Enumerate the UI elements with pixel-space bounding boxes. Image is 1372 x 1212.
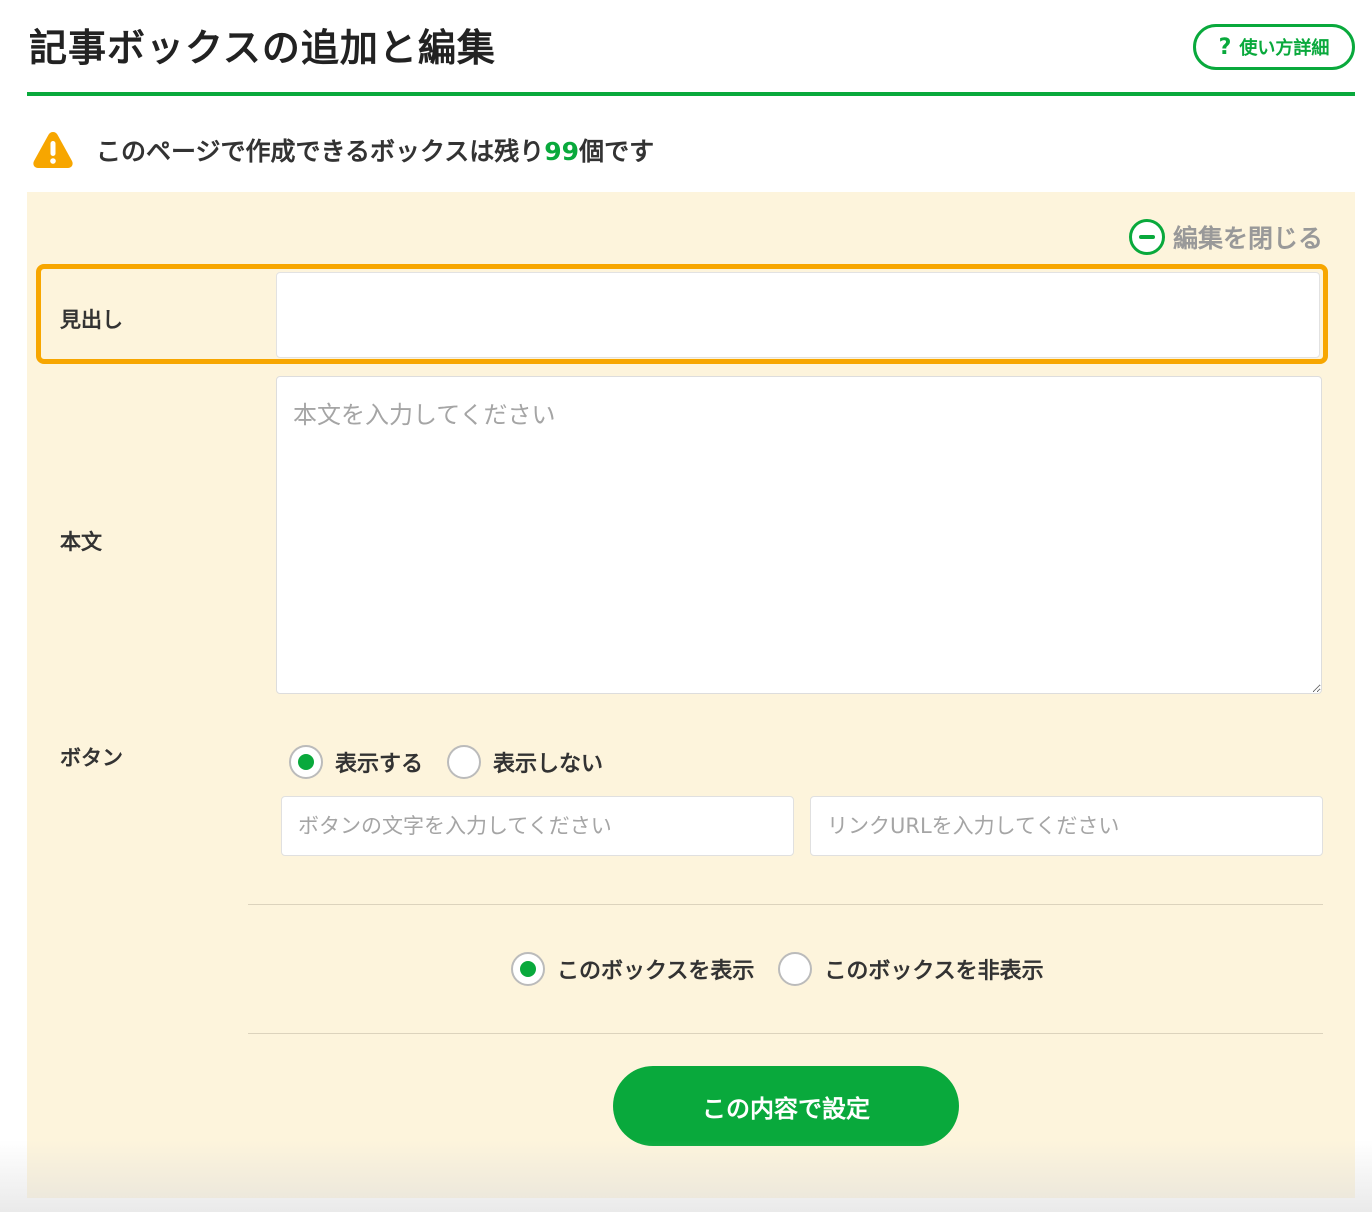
box-hide-label: このボックスを非表示 — [824, 959, 1044, 984]
heading-input[interactable] — [276, 272, 1320, 358]
page-title: 記事ボックスの追加と編集 — [29, 26, 496, 70]
edit-panel: 編集を閉じる 見出し 本文 ボタン 表示する 表示しない このボックスを表示 こ… — [27, 192, 1355, 1198]
help-button-label: 使い方詳細 — [1239, 38, 1330, 59]
button-hide-label: 表示しない — [493, 752, 604, 777]
button-display-radio-group: 表示する 表示しない — [289, 745, 603, 779]
button-label: ボタン — [60, 746, 123, 770]
notice-text-after: 個です — [579, 137, 655, 166]
remaining-count: 99 — [544, 137, 580, 166]
radio-unchecked[interactable] — [447, 745, 482, 779]
divider-top — [248, 904, 1323, 905]
remaining-notice: このページで作成できるボックスは残り99個です — [32, 128, 654, 172]
button-show-option[interactable]: 表示する — [289, 745, 423, 779]
minus-circle-icon — [1128, 219, 1165, 255]
button-hide-option[interactable]: 表示しない — [447, 745, 603, 779]
page-header: 記事ボックスの追加と編集 ? 使い方詳細 — [27, 0, 1355, 96]
body-label: 本文 — [60, 530, 102, 554]
button-text-input[interactable] — [281, 796, 794, 856]
question-icon: ? — [1218, 34, 1232, 60]
notice-text: このページで作成できるボックスは残り99個です — [96, 132, 654, 168]
radio-unchecked[interactable] — [778, 952, 813, 986]
submit-button[interactable]: この内容で設定 — [613, 1066, 959, 1146]
warning-icon — [33, 132, 73, 168]
box-show-label: このボックスを表示 — [557, 959, 755, 984]
close-edit-button[interactable]: 編集を閉じる — [1128, 216, 1323, 258]
box-hide-option[interactable]: このボックスを非表示 — [778, 952, 1044, 986]
radio-checked[interactable] — [511, 952, 545, 986]
heading-label: 見出し — [60, 308, 123, 332]
help-button[interactable]: ? 使い方詳細 — [1193, 24, 1355, 70]
box-show-option[interactable]: このボックスを表示 — [511, 952, 754, 986]
notice-text-before: このページで作成できるボックスは残り — [96, 137, 545, 166]
button-show-label: 表示する — [335, 752, 424, 777]
link-url-input[interactable] — [810, 796, 1323, 856]
close-edit-label: 編集を閉じる — [1172, 224, 1323, 253]
divider-bottom — [248, 1033, 1323, 1034]
visibility-radio-group: このボックスを表示 このボックスを非表示 — [511, 952, 1044, 986]
body-textarea[interactable] — [276, 376, 1322, 694]
radio-checked[interactable] — [289, 745, 323, 779]
